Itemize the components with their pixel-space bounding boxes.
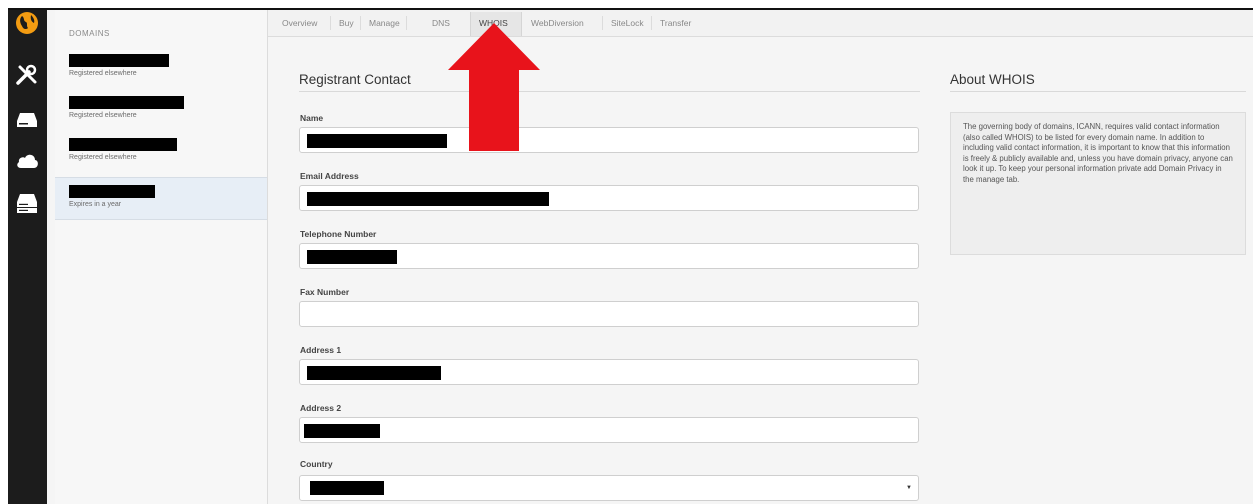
address1-field[interactable] bbox=[299, 359, 919, 385]
redacted-value bbox=[310, 481, 384, 495]
redacted-value bbox=[307, 250, 397, 264]
tab-divider bbox=[360, 16, 361, 30]
tab-divider bbox=[651, 16, 652, 30]
server-icon[interactable] bbox=[14, 190, 40, 216]
about-divider bbox=[950, 91, 1246, 92]
registrant-contact-title: Registrant Contact bbox=[299, 72, 411, 87]
section-divider bbox=[299, 91, 920, 92]
tab-bar: Overview Buy Manage DNS WHOIS WebDiversi… bbox=[268, 8, 1253, 37]
cloud-icon[interactable] bbox=[14, 148, 40, 174]
about-whois-text: The governing body of domains, ICANN, re… bbox=[950, 112, 1246, 255]
country-label: Country bbox=[300, 459, 333, 469]
domains-header: DOMAINS bbox=[69, 29, 110, 38]
redacted-value bbox=[304, 424, 380, 438]
dropdown-arrow-icon: ▼ bbox=[906, 485, 912, 491]
domain-list-item[interactable]: Registered elsewhere bbox=[55, 135, 267, 177]
email-field[interactable] bbox=[299, 185, 919, 211]
country-select[interactable]: ▼ bbox=[299, 475, 919, 501]
email-label: Email Address bbox=[300, 171, 359, 181]
globe-icon[interactable] bbox=[14, 10, 40, 36]
domain-status: Registered elsewhere bbox=[69, 112, 137, 119]
domain-status: Registered elsewhere bbox=[69, 70, 137, 77]
redacted-domain-name bbox=[69, 185, 155, 198]
name-label: Name bbox=[300, 113, 324, 123]
fax-field[interactable] bbox=[299, 301, 919, 327]
domain-list: DOMAINS Registered elsewhere Registered … bbox=[55, 8, 268, 504]
annotation-arrow-icon bbox=[448, 23, 540, 151]
redacted-domain-name bbox=[69, 138, 177, 151]
fax-label: Fax Number bbox=[300, 287, 350, 297]
redacted-domain-name bbox=[69, 54, 169, 67]
tab-manage[interactable]: Manage bbox=[369, 18, 400, 28]
name-field[interactable] bbox=[299, 127, 919, 153]
tab-divider bbox=[330, 16, 331, 30]
domain-list-item[interactable]: Registered elsewhere bbox=[55, 51, 267, 93]
telephone-label: Telephone Number bbox=[300, 229, 377, 239]
address2-field[interactable] bbox=[299, 417, 919, 443]
about-whois-title: About WHOIS bbox=[950, 72, 1035, 87]
address2-label: Address 2 bbox=[300, 403, 342, 413]
redacted-value bbox=[307, 366, 441, 380]
redacted-value bbox=[307, 192, 549, 206]
tab-transfer[interactable]: Transfer bbox=[660, 18, 691, 28]
tab-sitelock[interactable]: SiteLock bbox=[611, 18, 644, 28]
tab-divider bbox=[602, 16, 603, 30]
redacted-domain-name bbox=[69, 96, 184, 109]
telephone-field[interactable] bbox=[299, 243, 919, 269]
tools-icon[interactable] bbox=[14, 62, 40, 88]
domain-status: Expires in a year bbox=[69, 201, 122, 208]
domain-list-item[interactable]: Registered elsewhere bbox=[55, 93, 267, 135]
tab-buy[interactable]: Buy bbox=[339, 18, 354, 28]
tab-divider bbox=[406, 16, 407, 30]
domain-status: Registered elsewhere bbox=[69, 154, 137, 161]
redacted-value bbox=[307, 134, 447, 148]
icon-rail bbox=[8, 8, 47, 504]
domain-list-item-selected[interactable]: Expires in a year bbox=[55, 177, 267, 220]
drive-icon[interactable] bbox=[14, 106, 40, 132]
address1-label: Address 1 bbox=[300, 345, 342, 355]
app-window: DOMAINS Registered elsewhere Registered … bbox=[8, 8, 1253, 504]
tab-overview[interactable]: Overview bbox=[282, 18, 317, 28]
